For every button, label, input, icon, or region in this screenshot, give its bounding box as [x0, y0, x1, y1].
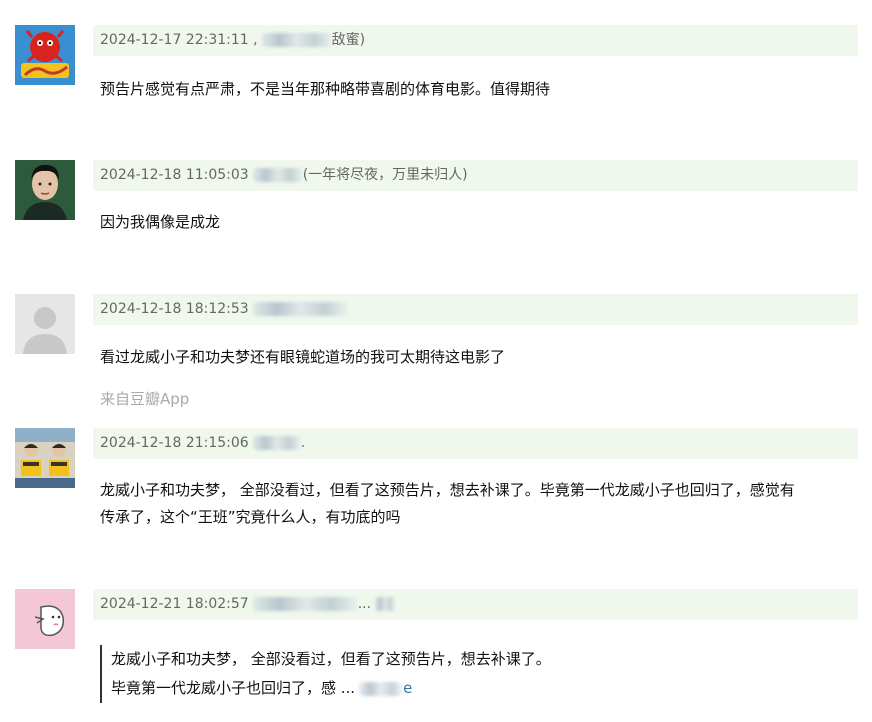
quote-line: 龙威小子和功夫梦， 全部没看过，但看了这预告片，想去补课了。 [111, 650, 551, 668]
quoted-reply: 龙威小子和功夫梦， 全部没看过，但看了这预告片，想去补课了。 毕竟第一代龙威小子… [100, 645, 811, 703]
comment-timestamp: 2024-12-21 18:02:57 [100, 596, 249, 612]
blurred-username[interactable] [252, 302, 348, 316]
comment-user-prefix: , [253, 32, 258, 48]
default-user-icon [15, 294, 75, 354]
young-man-portrait-avatar[interactable] [15, 160, 75, 220]
comment-text: 预告片感觉有点严肃，不是当年那种略带喜剧的体育电影。值得期待 [100, 80, 551, 98]
portrait-icon [15, 160, 75, 220]
comment-text: 看过龙威小子和功夫梦还有眼镜蛇道场的我可太期待这电影了 [100, 348, 506, 366]
comment-meta-bar: 2024-12-18 18:12:53 [93, 294, 858, 325]
comment-timestamp: 2024-12-18 18:12:53 [100, 301, 249, 317]
comment-meta-bar: 2024-12-18 11:05:03 (一年将尽夜，万里未归人) [93, 160, 858, 191]
comment-user-suffix[interactable]: (一年将尽夜，万里未归人) [303, 167, 468, 183]
quote-line: 毕竟第一代龙威小子也回归了，感 ... [111, 679, 356, 697]
comment-meta-bar: 2024-12-18 21:15:06. [93, 428, 858, 459]
comment-source: 来自豆瓣App [100, 390, 190, 408]
expand-link[interactable]: e [403, 679, 412, 697]
comment-timestamp: 2024-12-17 22:31:11 [100, 32, 249, 48]
comment-text: 因为我偶像是成龙 [100, 213, 221, 231]
comment-user-suffix[interactable]: 敌蜜) [332, 32, 365, 48]
comment-text-block: 龙威小子和功夫梦， 全部没看过，但看了这预告片，想去补课了。毕竟第一代龙威小子也… [100, 477, 795, 531]
blurred-username-tail [375, 597, 396, 611]
kids-photo-avatar[interactable] [15, 428, 75, 488]
blurred-quote-fragment [359, 681, 404, 696]
comment-timestamp: 2024-12-18 21:15:06 [100, 435, 249, 451]
blurred-username[interactable] [252, 597, 358, 611]
comment-user-suffix[interactable]: ... [358, 596, 371, 612]
quote-line-with-expand: 毕竟第一代龙威小子也回归了，感 ... e [111, 674, 811, 703]
comment-meta-bar: 2024-12-17 22:31:11 , 敌蜜) [93, 25, 858, 56]
comment-text-line: 传承了，这个“王班”究竟什么人，有功底的吗 [100, 508, 401, 526]
blurred-username[interactable] [252, 168, 303, 182]
comment-timestamp: 2024-12-18 11:05:03 [100, 167, 249, 183]
comment-meta-bar: 2024-12-21 18:02:57... [93, 589, 858, 620]
pink-cartoon-avatar[interactable] [15, 589, 75, 649]
blurred-username[interactable] [252, 436, 301, 450]
comment-user-suffix[interactable]: . [301, 435, 305, 451]
blurred-username[interactable] [261, 33, 332, 47]
default-user-avatar[interactable] [15, 294, 75, 354]
scanners-logo-avatar[interactable] [15, 25, 75, 85]
kids-photo-icon [15, 428, 75, 488]
scanners-logo-icon [15, 25, 75, 85]
comment-text-line: 龙威小子和功夫梦， 全部没看过，但看了这预告片，想去补课了。毕竟第一代龙威小子也… [100, 481, 795, 499]
pink-cartoon-icon [15, 589, 75, 649]
